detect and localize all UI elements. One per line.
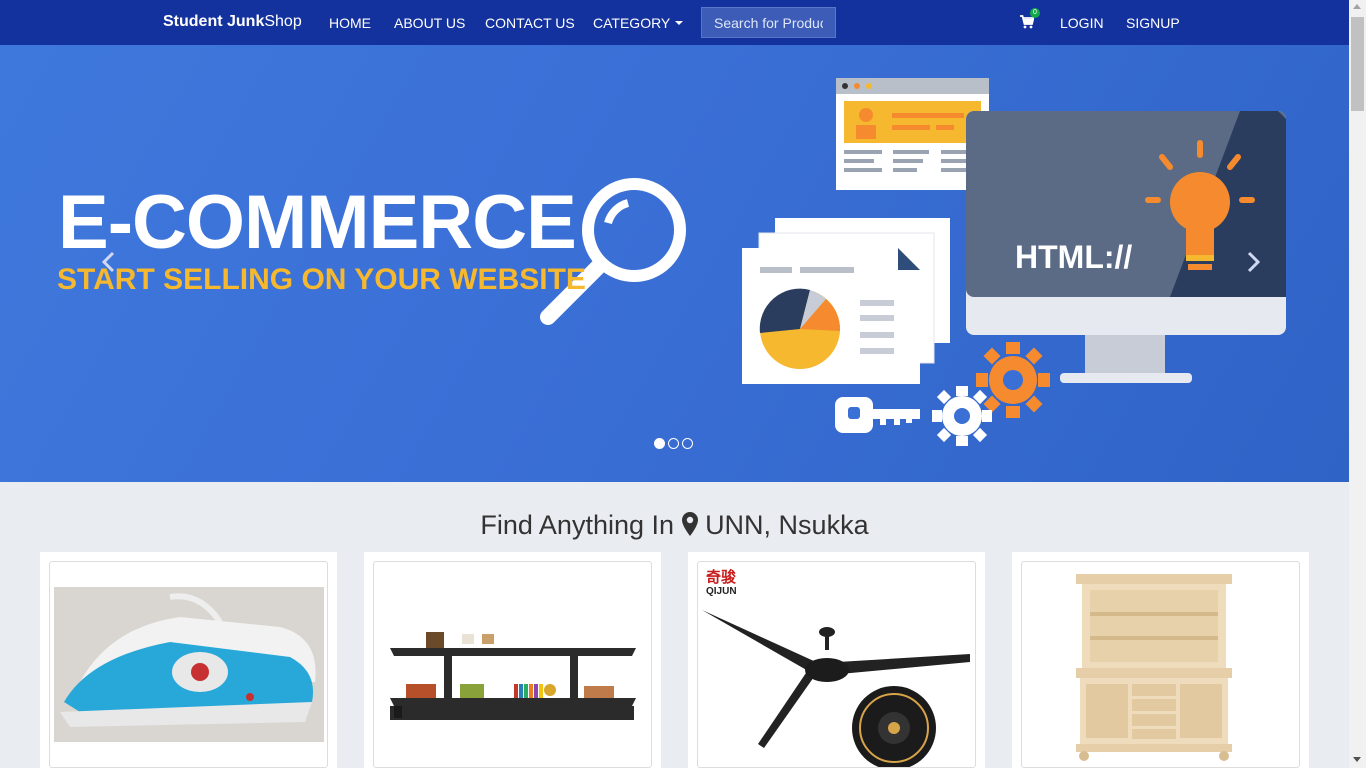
chevron-down-icon: [675, 21, 684, 26]
location-text: UNN, Nsukka: [705, 510, 869, 540]
hero-subtitle: START SELLING ON YOUR WEBSITE: [57, 263, 586, 296]
product-card-cabinet[interactable]: [1012, 552, 1309, 768]
signup-link[interactable]: SIGNUP: [1126, 15, 1180, 31]
hero-carousel: HTML:// E-COMMERCE START SELLING ON YOUR…: [0, 45, 1349, 482]
iron-image: [54, 587, 324, 742]
product-card-iron[interactable]: [40, 552, 337, 768]
search-input[interactable]: [701, 7, 836, 38]
nav-about-us[interactable]: ABOUT US: [394, 15, 465, 31]
map-pin-icon: [681, 512, 698, 536]
carousel-dot-3[interactable]: [682, 438, 693, 449]
product-card-tv-stand[interactable]: [364, 552, 661, 768]
nav-category-dropdown[interactable]: CATEGORY: [593, 15, 684, 31]
nav-home[interactable]: HOME: [329, 15, 371, 31]
product-thumbnail[interactable]: [373, 561, 652, 768]
product-thumbnail[interactable]: [1021, 561, 1300, 768]
monitor-text: HTML://: [1015, 239, 1132, 275]
carousel-next-icon[interactable]: [1243, 250, 1263, 274]
page-scrollbar[interactable]: [1349, 0, 1366, 768]
scroll-up-arrow-icon[interactable]: [1353, 4, 1361, 9]
hero-title: E-COMMERCE: [58, 180, 577, 265]
fan-brand-logo: 奇骏: [706, 568, 737, 586]
ceiling-fan-image: 奇骏 QIJUN: [702, 568, 970, 767]
tv-stand-image: [390, 632, 636, 720]
login-link[interactable]: LOGIN: [1060, 15, 1104, 31]
scroll-down-arrow-icon[interactable]: [1353, 757, 1361, 762]
fan-brand-label: QIJUN: [706, 586, 737, 597]
product-thumbnail[interactable]: 奇骏 QIJUN: [697, 561, 976, 768]
product-card-ceiling-fan[interactable]: 奇骏 QIJUN: [688, 552, 985, 768]
carousel-indicators: [654, 438, 693, 450]
cart-count-badge: 0: [1030, 8, 1040, 18]
nav-contact-us[interactable]: CONTACT US: [485, 15, 575, 31]
cabinet-image: [1076, 574, 1232, 761]
brand-logo[interactable]: Student JunkShop: [163, 13, 302, 31]
carousel-dot-2[interactable]: [668, 438, 679, 449]
carousel-prev-icon[interactable]: [99, 250, 119, 274]
top-navbar: Student JunkShop HOME ABOUT US CONTACT U…: [0, 0, 1349, 45]
section-heading: Find Anything In UNN, Nsukka: [480, 510, 869, 540]
carousel-dot-1[interactable]: [654, 438, 665, 449]
product-thumbnail[interactable]: [49, 561, 328, 768]
scrollbar-thumb[interactable]: [1351, 17, 1364, 111]
